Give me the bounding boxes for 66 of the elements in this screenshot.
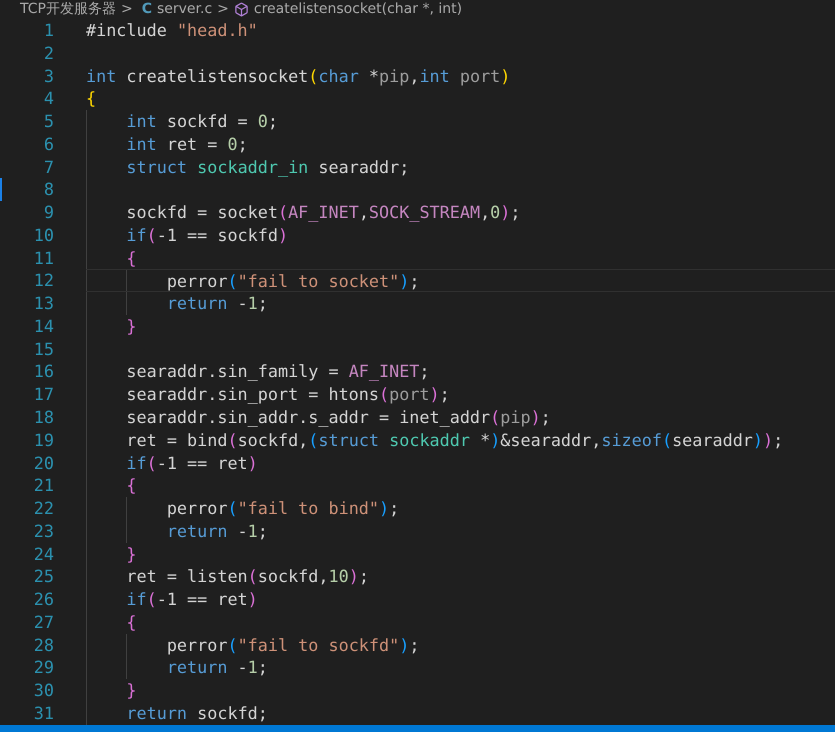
code-line: if(-1 == ret) [86, 452, 835, 474]
line-number: 5 [42, 110, 54, 133]
line-number: 11 [32, 246, 54, 270]
code-line: int ret = 0; [86, 132, 835, 156]
line-number: 7 [42, 156, 54, 178]
code-line: int createlistensocket(char *pip,int port) [86, 64, 512, 88]
line-number: 9 [42, 201, 54, 224]
cube-icon [234, 2, 249, 17]
code-line: ret = bind(sockfd,(struct sockaddr *)&searaddr,sizeof(searaddr)); [86, 428, 835, 452]
line-number: 20 [32, 452, 54, 474]
code-line: #include "head.h" [86, 19, 259, 42]
line-number: 22 [32, 497, 54, 520]
code-line: return sockfd; [86, 702, 835, 725]
code-line: searaddr.sin_addr.s_addr = inet_addr(pip); [86, 406, 835, 429]
breadcrumb-separator: > [217, 0, 229, 19]
line-number: 6 [42, 132, 54, 156]
c-file-icon: C [142, 0, 152, 20]
breadcrumb-separator: > [120, 0, 133, 19]
line-number: 2 [42, 42, 54, 65]
line-number: 25 [32, 565, 54, 588]
breadcrumb-item[interactable]: createlistensocket(char *, int) [254, 0, 462, 20]
line-number: 24 [32, 542, 54, 566]
code-line: perror("fail to socket"); [86, 269, 835, 292]
line-number: 21 [32, 474, 54, 498]
code-line: } [86, 679, 835, 702]
line-number: 4 [42, 87, 54, 110]
code-line: int sockfd = 0; [86, 110, 835, 133]
code-line: searaddr.sin_family = AF_INET; [86, 360, 835, 384]
code-line: return -1; [86, 656, 835, 680]
line-number: 30 [32, 679, 54, 702]
code-line: { [86, 474, 835, 498]
line-number: 1 [42, 19, 54, 42]
code-line: return -1; [86, 520, 835, 543]
line-number: 14 [32, 314, 54, 338]
line-number: 18 [32, 406, 54, 429]
line-number: 13 [32, 292, 54, 315]
line-number: 23 [32, 520, 54, 543]
code-line: if(-1 == ret) [86, 588, 835, 611]
code-line: } [86, 314, 835, 338]
line-number: 8 [42, 178, 54, 202]
code-line: perror("fail to sockfd"); [86, 634, 835, 656]
line-number: 17 [32, 383, 54, 406]
code-line: { [86, 610, 835, 634]
line-number: 10 [32, 224, 54, 247]
line-number: 16 [32, 360, 54, 384]
code-line: searaddr.sin_port = htons(port); [86, 383, 835, 406]
code-line: sockfd = socket(AF_INET,SOCK_STREAM,0); [86, 201, 835, 224]
code-line: perror("fail to bind"); [86, 497, 835, 520]
code-line: } [86, 542, 835, 566]
line-number: 19 [32, 428, 54, 452]
code-line: { [86, 246, 835, 270]
line-number: 29 [32, 656, 54, 680]
line-number: 26 [32, 588, 54, 611]
line-number: 15 [32, 338, 54, 360]
code-line: ret = listen(sockfd,10); [86, 565, 835, 588]
line-number: 12 [32, 269, 54, 292]
code-line: struct sockaddr_in searaddr; [86, 156, 835, 178]
line-number: 3 [42, 64, 54, 88]
line-number: 27 [32, 610, 54, 634]
line-number: 31 [32, 702, 54, 725]
line-number: 28 [32, 634, 54, 656]
breadcrumb-item[interactable]: TCP开发服务器 [20, 0, 116, 20]
code-line: { [86, 87, 98, 110]
code-line: return -1; [86, 292, 835, 315]
code-line: if(-1 == sockfd) [86, 224, 835, 247]
breadcrumb-item[interactable]: server.c [156, 0, 212, 20]
